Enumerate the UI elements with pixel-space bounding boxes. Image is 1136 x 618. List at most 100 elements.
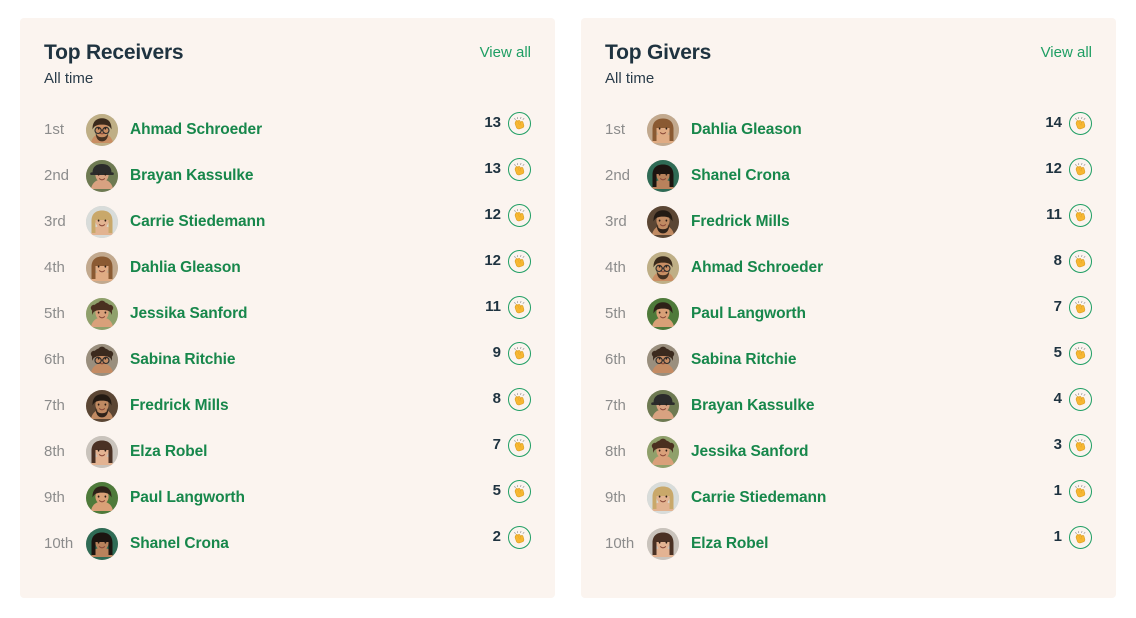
person-name-link[interactable]: Ahmad Schroeder <box>130 121 262 139</box>
kudos-count: 7 <box>1053 298 1062 315</box>
avatar[interactable] <box>86 298 118 330</box>
list-item[interactable]: 2nd Brayan Kassulke 13 <box>44 153 531 199</box>
list-item[interactable]: 5th Paul Langworth 7 <box>605 291 1092 337</box>
list-item[interactable]: 4th Ahmad Schroeder 8 <box>605 245 1092 291</box>
rank-label: 9th <box>605 489 626 506</box>
list-item[interactable]: 8th Jessika Sanford 3 <box>605 429 1092 475</box>
kudos-count: 1 <box>1053 482 1062 499</box>
clapping-hands-icon <box>508 203 531 227</box>
clapping-hands-icon <box>508 295 531 319</box>
list-item[interactable]: 3rd Carrie Stiedemann 12 <box>44 199 531 245</box>
list-item[interactable]: 7th Fredrick Mills 8 <box>44 383 531 429</box>
avatar[interactable] <box>86 528 118 560</box>
avatar[interactable] <box>86 482 118 514</box>
kudos-count-group: 1 <box>1046 479 1092 503</box>
person-name-link[interactable]: Fredrick Mills <box>691 213 790 231</box>
avatar[interactable] <box>86 390 118 422</box>
person-name-link[interactable]: Brayan Kassulke <box>691 397 815 415</box>
avatar[interactable] <box>86 344 118 376</box>
kudos-count: 5 <box>1053 344 1062 361</box>
list-item[interactable]: 6th Sabina Ritchie 5 <box>605 337 1092 383</box>
person-name-link[interactable]: Jessika Sanford <box>130 305 248 323</box>
clapping-hands-icon <box>1069 249 1092 273</box>
list-item[interactable]: 10th Shanel Crona 2 <box>44 521 531 567</box>
kudos-count: 11 <box>1046 206 1062 223</box>
avatar[interactable] <box>647 206 679 238</box>
person-name-link[interactable]: Carrie Stiedemann <box>130 213 265 231</box>
person-name-link[interactable]: Jessika Sanford <box>691 443 809 461</box>
avatar[interactable] <box>647 114 679 146</box>
person-name-link[interactable]: Paul Langworth <box>130 489 245 507</box>
list-item[interactable]: 4th Dahlia Gleason 12 <box>44 245 531 291</box>
card-heading-group: Top Receivers All time <box>44 40 184 90</box>
rank-label: 4th <box>605 259 626 276</box>
list-item[interactable]: 1st Dahlia Gleason 14 <box>605 107 1092 153</box>
list-item[interactable]: 2nd Shanel Crona 12 <box>605 153 1092 199</box>
clapping-hands-icon <box>1069 295 1092 319</box>
clapping-hands-icon <box>508 111 531 135</box>
list-item[interactable]: 10th Elza Robel 1 <box>605 521 1092 567</box>
list-item[interactable]: 5th Jessika Sanford 11 <box>44 291 531 337</box>
person-name-link[interactable]: Carrie Stiedemann <box>691 489 826 507</box>
avatar[interactable] <box>647 344 679 376</box>
kudos-count-group: 3 <box>1046 433 1092 457</box>
person-name-link[interactable]: Dahlia Gleason <box>130 259 241 277</box>
avatar[interactable] <box>647 298 679 330</box>
view-all-link[interactable]: View all <box>480 40 531 64</box>
avatar[interactable] <box>86 160 118 192</box>
person-name-link[interactable]: Ahmad Schroeder <box>691 259 823 277</box>
avatar[interactable] <box>647 390 679 422</box>
avatar[interactable] <box>86 436 118 468</box>
kudos-count: 12 <box>484 252 501 269</box>
avatar[interactable] <box>647 252 679 284</box>
card-header: Top Givers All time View all <box>605 40 1092 90</box>
clapping-hands-icon <box>508 433 531 457</box>
card-subtitle: All time <box>605 70 655 87</box>
avatar[interactable] <box>647 482 679 514</box>
person-name-link[interactable]: Shanel Crona <box>130 535 229 553</box>
card-header: Top Receivers All time View all <box>44 40 531 90</box>
person-name-link[interactable]: Paul Langworth <box>691 305 806 323</box>
kudos-count: 12 <box>484 206 501 223</box>
rank-label: 5th <box>605 305 626 322</box>
rank-label: 8th <box>44 443 65 460</box>
avatar[interactable] <box>86 206 118 238</box>
leaderboards-page: Top Receivers All time View all 1st Ahmad… <box>0 0 1136 618</box>
kudos-count-group: 8 <box>1046 249 1092 273</box>
person-name-link[interactable]: Brayan Kassulke <box>130 167 254 185</box>
avatar[interactable] <box>86 114 118 146</box>
kudos-count: 8 <box>1053 252 1062 269</box>
receivers-list: 1st Ahmad Schroeder 13 2nd Brayan Kassulke 13… <box>44 107 531 567</box>
kudos-count: 8 <box>492 390 501 407</box>
avatar[interactable] <box>647 528 679 560</box>
givers-list: 1st Dahlia Gleason 14 2nd Shanel Crona 12 3rd F… <box>605 107 1092 567</box>
kudos-count-group: 7 <box>1046 295 1092 319</box>
list-item[interactable]: 8th Elza Robel 7 <box>44 429 531 475</box>
avatar[interactable] <box>86 252 118 284</box>
person-name-link[interactable]: Sabina Ritchie <box>691 351 797 369</box>
list-item[interactable]: 9th Paul Langworth 5 <box>44 475 531 521</box>
kudos-count-group: 13 <box>484 157 531 181</box>
kudos-count-group: 9 <box>485 341 531 365</box>
person-name-link[interactable]: Fredrick Mills <box>130 397 229 415</box>
rank-label: 4th <box>44 259 65 276</box>
list-item[interactable]: 6th Sabina Ritchie 9 <box>44 337 531 383</box>
clapping-hands-icon <box>1069 525 1092 549</box>
kudos-count-group: 11 <box>1046 203 1092 227</box>
list-item[interactable]: 7th Brayan Kassulke 4 <box>605 383 1092 429</box>
list-item[interactable]: 9th Carrie Stiedemann 1 <box>605 475 1092 521</box>
view-all-link[interactable]: View all <box>1041 40 1092 64</box>
person-name-link[interactable]: Dahlia Gleason <box>691 121 802 139</box>
list-item[interactable]: 3rd Fredrick Mills 11 <box>605 199 1092 245</box>
avatar[interactable] <box>647 436 679 468</box>
clapping-hands-icon <box>508 157 531 181</box>
person-name-link[interactable]: Elza Robel <box>130 443 207 461</box>
rank-label: 5th <box>44 305 65 322</box>
avatar[interactable] <box>647 160 679 192</box>
person-name-link[interactable]: Sabina Ritchie <box>130 351 236 369</box>
top-receivers-card: Top Receivers All time View all 1st Ahmad… <box>20 18 555 598</box>
person-name-link[interactable]: Elza Robel <box>691 535 768 553</box>
kudos-count-group: 4 <box>1046 387 1092 411</box>
list-item[interactable]: 1st Ahmad Schroeder 13 <box>44 107 531 153</box>
person-name-link[interactable]: Shanel Crona <box>691 167 790 185</box>
